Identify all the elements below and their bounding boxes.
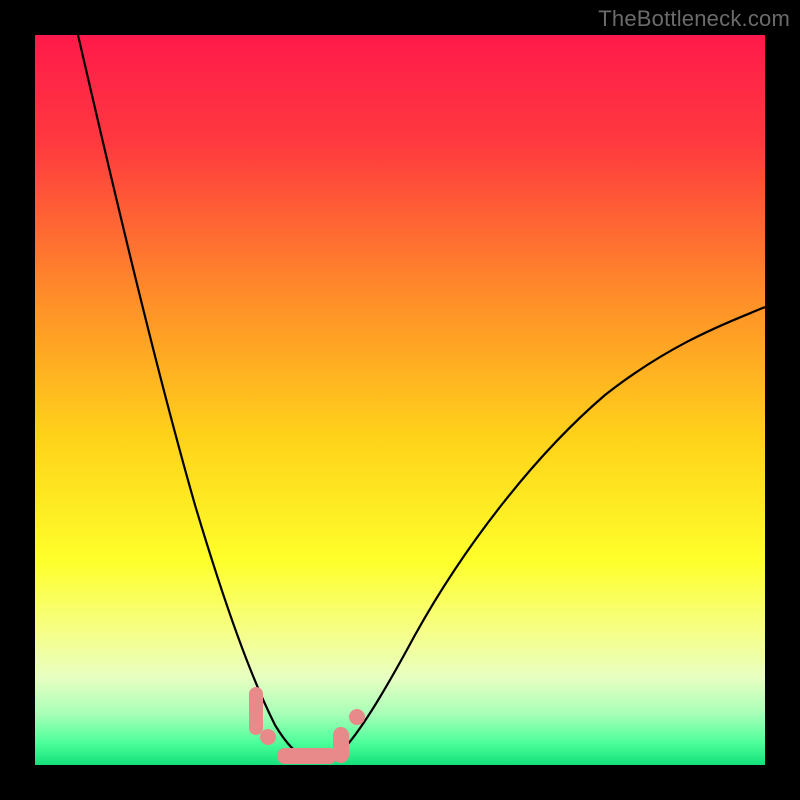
valley-markers (249, 687, 365, 764)
curve-right-branch (335, 307, 765, 758)
curve-left-branch (78, 35, 307, 758)
chart-frame: TheBottleneck.com (0, 0, 800, 800)
watermark-text: TheBottleneck.com (598, 6, 790, 32)
plot-area (35, 35, 765, 765)
curves-layer (35, 35, 765, 765)
